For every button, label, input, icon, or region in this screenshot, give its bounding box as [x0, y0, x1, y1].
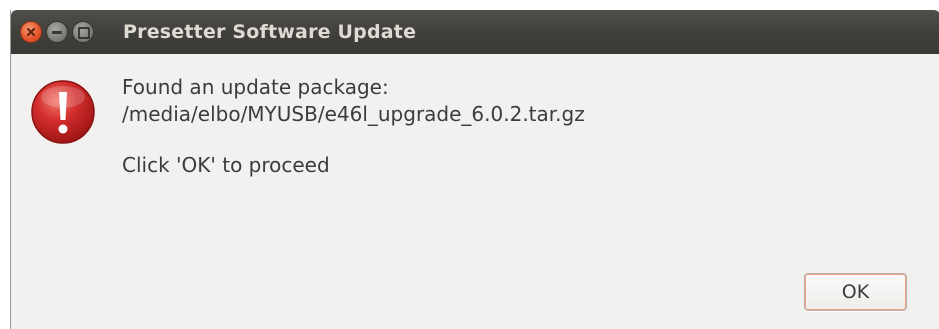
dialog-message: Found an update package: /media/elbo/MYU…: [122, 74, 585, 179]
close-window-button[interactable]: [20, 21, 42, 43]
window-titlebar[interactable]: Presetter Software Update: [11, 10, 939, 54]
message-line-instruction: Click 'OK' to proceed: [122, 153, 330, 177]
message-line-package-path: /media/elbo/MYUSB/e46l_upgrade_6.0.2.tar…: [122, 102, 585, 126]
maximize-icon: [78, 27, 90, 39]
error-alert-icon: [31, 80, 95, 144]
window-title: Presetter Software Update: [123, 21, 417, 43]
update-dialog-window: Presetter Software Update Found an updat…: [10, 10, 939, 329]
minimize-window-button[interactable]: [46, 21, 68, 43]
message-line-found: Found an update package:: [122, 75, 389, 99]
close-icon: [27, 28, 35, 36]
maximize-window-button[interactable]: [72, 21, 94, 43]
ok-button[interactable]: OK: [804, 273, 907, 311]
minimize-icon: [52, 31, 62, 34]
